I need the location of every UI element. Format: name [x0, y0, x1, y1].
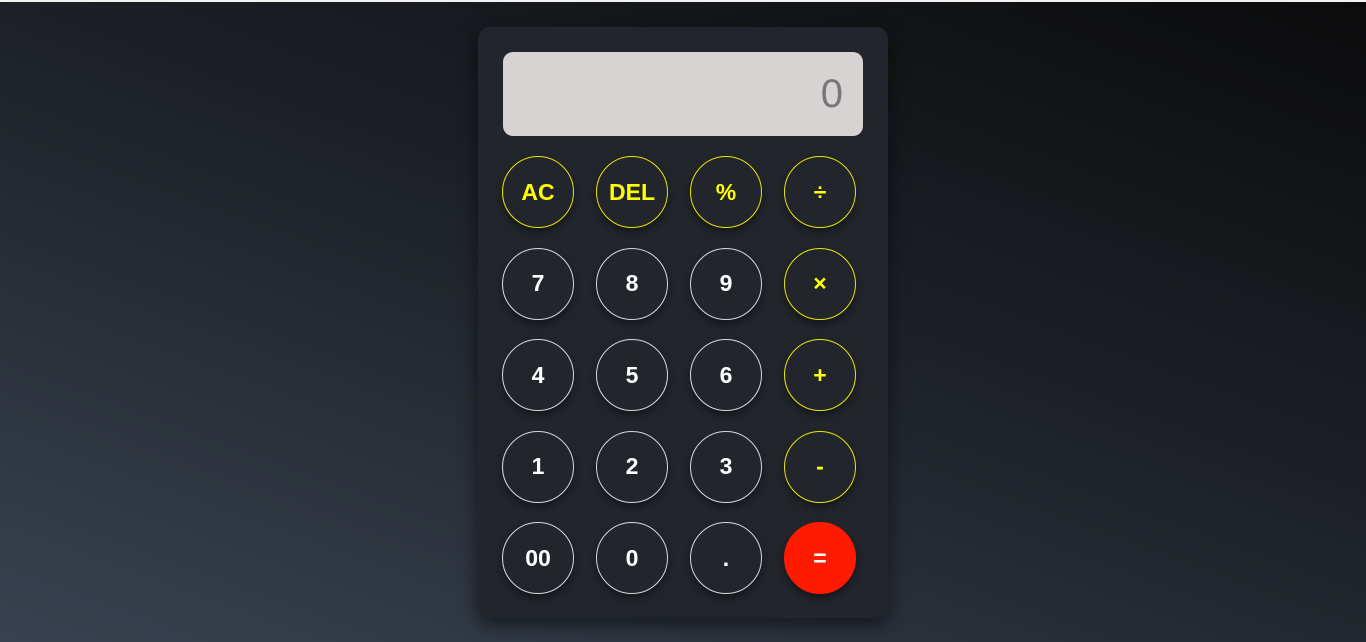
digit-3-button[interactable]: 3 [690, 430, 762, 503]
digit-5-button[interactable]: 5 [596, 339, 668, 411]
multiply-button[interactable]: × [784, 247, 856, 320]
decimal-button[interactable]: . [690, 522, 762, 594]
add-button[interactable]: + [784, 339, 856, 411]
subtract-button[interactable]: - [784, 430, 856, 503]
digit-2-button[interactable]: 2 [596, 430, 668, 503]
digit-1-button[interactable]: 1 [502, 430, 574, 503]
digit-7-button[interactable]: 7 [502, 247, 574, 320]
calculator: 0 AC DEL % ÷ 7 8 9 × 4 5 6 + 1 2 3 - 00 … [478, 27, 888, 618]
keypad: AC DEL % ÷ 7 8 9 × 4 5 6 + 1 2 3 - 00 0 … [502, 156, 856, 594]
digit-4-button[interactable]: 4 [502, 339, 574, 411]
delete-button[interactable]: DEL [596, 156, 668, 228]
percent-button[interactable]: % [690, 156, 762, 228]
digit-6-button[interactable]: 6 [690, 339, 762, 411]
digit-9-button[interactable]: 9 [690, 247, 762, 320]
display-value: 0 [820, 71, 843, 116]
divide-button[interactable]: ÷ [784, 156, 856, 228]
double-zero-button[interactable]: 00 [502, 522, 574, 594]
page-top-border [0, 0, 1366, 2]
digit-8-button[interactable]: 8 [596, 247, 668, 320]
all-clear-button[interactable]: AC [502, 156, 574, 228]
display-screen: 0 [503, 52, 863, 136]
digit-0-button[interactable]: 0 [596, 522, 668, 594]
equals-button[interactable]: = [784, 522, 856, 594]
